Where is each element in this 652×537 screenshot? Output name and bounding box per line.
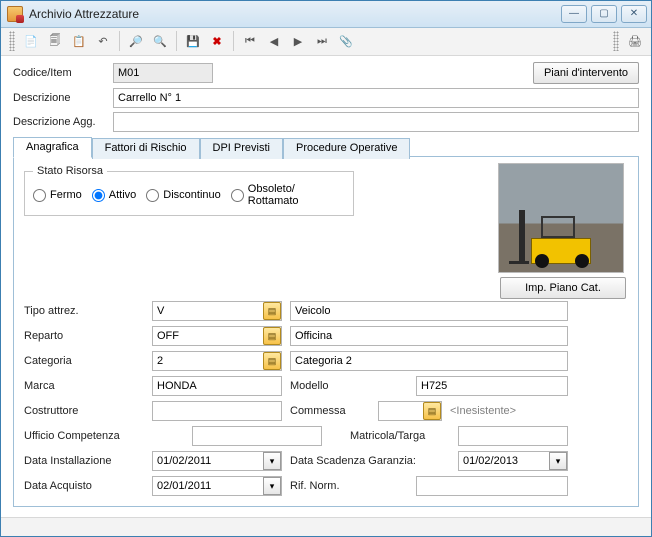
tipo-attrez-label: Tipo attrez.: [24, 303, 144, 319]
minimize-button[interactable]: —: [561, 5, 587, 23]
tab-panel: Anagrafica Fattori di Rischio DPI Previs…: [13, 156, 639, 507]
descrizione-label: Descrizione: [13, 90, 113, 106]
data-acq-label: Data Acquisto: [24, 478, 144, 494]
radio-obsoleto[interactable]: Obsoleto/ Rottamato: [231, 183, 299, 207]
categoria-lookup-icon[interactable]: ▤: [263, 352, 281, 370]
commessa-lookup-icon[interactable]: ▤: [423, 402, 441, 420]
find-all-icon[interactable]: 🔍: [150, 31, 170, 51]
radio-fermo[interactable]: Fermo: [33, 189, 82, 202]
calendar-icon[interactable]: ▾: [263, 452, 281, 470]
toolbar-grip-right: [613, 31, 619, 51]
descrizione-field[interactable]: [113, 88, 639, 108]
copy-icon[interactable]: 🗐: [45, 31, 65, 51]
ufficio-label: Ufficio Competenza: [24, 428, 184, 444]
tab-dpi[interactable]: DPI Previsti: [200, 138, 283, 159]
new-icon[interactable]: 📄: [21, 31, 41, 51]
delete-icon[interactable]: ✖: [207, 31, 227, 51]
maximize-button[interactable]: ▢: [591, 5, 617, 23]
commessa-desc: <Inesistente>: [450, 405, 568, 417]
categoria-label: Categoria: [24, 353, 144, 369]
forklift-icon: [509, 204, 609, 264]
marca-field[interactable]: [152, 376, 282, 396]
matricola-label: Matricola/Targa: [350, 428, 450, 444]
header-form: Codice/Item Piani d'intervento Descrizio…: [13, 62, 639, 132]
app-window: Archivio Attrezzature — ▢ ✕ 📄 🗐 📋 ↶ 🔎 🔍 …: [0, 0, 652, 537]
attach-icon[interactable]: 📎: [336, 31, 356, 51]
codice-label: Codice/Item: [13, 65, 113, 81]
statusbar: [1, 517, 651, 536]
matricola-field[interactable]: [458, 426, 568, 446]
toolbar-grip: [9, 31, 15, 51]
radio-attivo-input[interactable]: [92, 189, 105, 202]
radio-attivo[interactable]: Attivo: [92, 189, 137, 202]
tab-anagrafica[interactable]: Anagrafica: [13, 137, 92, 158]
radio-discontinuo-input[interactable]: [146, 189, 159, 202]
tipo-attrez-lookup-icon[interactable]: ▤: [263, 302, 281, 320]
piani-button[interactable]: Piani d'intervento: [533, 62, 639, 84]
tipo-attrez-desc[interactable]: [290, 301, 568, 321]
print-icon[interactable]: 🖨: [625, 31, 645, 51]
close-button[interactable]: ✕: [621, 5, 647, 23]
rif-norm-label: Rif. Norm.: [290, 478, 408, 494]
find-icon[interactable]: 🔎: [126, 31, 146, 51]
ufficio-field[interactable]: [192, 426, 322, 446]
calendar-icon[interactable]: ▾: [549, 452, 567, 470]
reparto-lookup-icon[interactable]: ▤: [263, 327, 281, 345]
calendar-icon[interactable]: ▾: [263, 477, 281, 495]
app-icon: [7, 6, 23, 22]
nav-last-icon[interactable]: ⏭: [312, 31, 332, 51]
radio-obsoleto-input[interactable]: [231, 189, 244, 202]
undo-icon[interactable]: ↶: [93, 31, 113, 51]
titlebar: Archivio Attrezzature — ▢ ✕: [1, 1, 651, 28]
save-icon[interactable]: 💾: [183, 31, 203, 51]
radio-fermo-input[interactable]: [33, 189, 46, 202]
costruttore-field[interactable]: [152, 401, 282, 421]
data-scad-label: Data Scadenza Garanzia:: [290, 453, 450, 469]
radio-discontinuo[interactable]: Discontinuo: [146, 189, 220, 202]
modello-label: Modello: [290, 378, 408, 394]
nav-first-icon[interactable]: ⏮: [240, 31, 260, 51]
content-area: Codice/Item Piani d'intervento Descrizio…: [1, 56, 651, 517]
tabstrip: Anagrafica Fattori di Rischio DPI Previs…: [13, 137, 410, 158]
nav-prev-icon[interactable]: ◀: [264, 31, 284, 51]
reparto-desc[interactable]: [290, 326, 568, 346]
commessa-label: Commessa: [290, 403, 370, 419]
codice-field[interactable]: [113, 63, 213, 83]
equipment-photo: [498, 163, 624, 273]
costruttore-label: Costruttore: [24, 403, 144, 419]
imp-piano-cat-button[interactable]: Imp. Piano Cat.: [500, 277, 626, 299]
tab-procedure[interactable]: Procedure Operative: [283, 138, 411, 159]
categoria-desc[interactable]: [290, 351, 568, 371]
nav-next-icon[interactable]: ▶: [288, 31, 308, 51]
reparto-label: Reparto: [24, 328, 144, 344]
marca-label: Marca: [24, 378, 144, 394]
window-title: Archivio Attrezzature: [29, 7, 139, 21]
descrizione-agg-field[interactable]: [113, 112, 639, 132]
paste-icon[interactable]: 📋: [69, 31, 89, 51]
toolbar: 📄 🗐 📋 ↶ 🔎 🔍 💾 ✖ ⏮ ◀ ▶ ⏭ 📎 🖨: [1, 28, 651, 56]
modello-field[interactable]: [416, 376, 568, 396]
rif-norm-field[interactable]: [416, 476, 568, 496]
data-install-label: Data Installazione: [24, 453, 144, 469]
stato-legend: Stato Risorsa: [33, 165, 107, 177]
descrizione-agg-label: Descrizione Agg.: [13, 114, 113, 130]
anagrafica-form: Tipo attrez. ▤ Reparto ▤ Categoria ▤: [24, 301, 628, 496]
stato-risorsa-group: Stato Risorsa Fermo Attivo: [24, 165, 354, 216]
tab-fattori[interactable]: Fattori di Rischio: [92, 138, 200, 159]
